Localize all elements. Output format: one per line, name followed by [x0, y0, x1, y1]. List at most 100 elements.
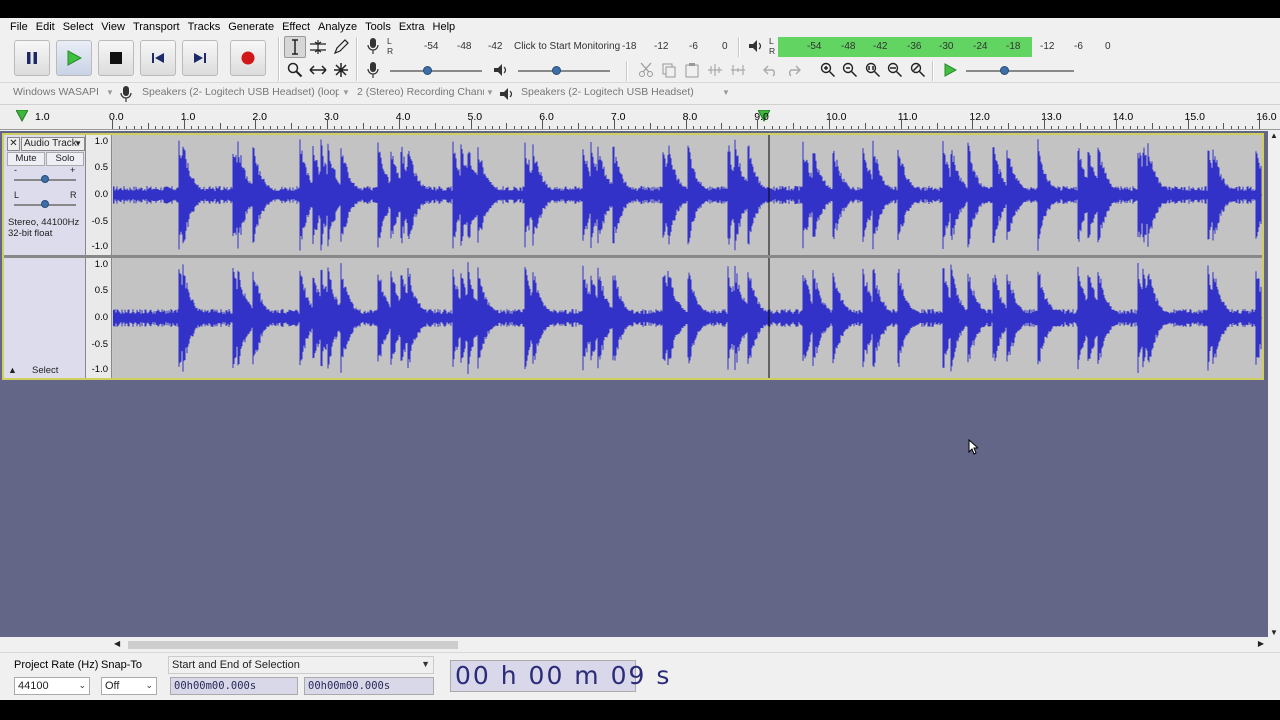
ruler-tick	[1201, 126, 1203, 129]
ruler-tick	[1259, 119, 1261, 129]
fit-project-button[interactable]	[884, 59, 906, 81]
ruler-tick	[621, 126, 623, 129]
play-speed-slider[interactable]	[964, 61, 1080, 79]
mute-button[interactable]: Mute	[7, 152, 45, 166]
menu-select[interactable]: Select	[59, 21, 98, 33]
menu-tracks[interactable]: Tracks	[184, 21, 225, 33]
trim-button[interactable]	[704, 59, 726, 81]
skip-to-start-button[interactable]	[140, 40, 176, 76]
fit-selection-button[interactable]	[862, 59, 884, 81]
play-meter-tick: -12	[1040, 41, 1055, 52]
envelope-tool[interactable]	[307, 36, 329, 58]
ruler-tick	[370, 126, 372, 129]
audio-track[interactable]: ✕ Audio Track ▼ Mute Solo - + L R Stereo,…	[2, 133, 1264, 380]
speaker-icon	[499, 87, 515, 104]
time-shift-tool[interactable]	[307, 59, 329, 81]
ruler-tick	[993, 126, 995, 129]
top-black-band	[0, 0, 1280, 18]
menu-help[interactable]: Help	[429, 21, 460, 33]
redo-button[interactable]	[782, 59, 804, 81]
pan-right-label: R	[70, 190, 77, 200]
ruler-tick	[986, 126, 988, 129]
timeline-ruler[interactable]: 1.0 0.0 1.0 2.0 3.0 4.0 5.0 6.0 7.0 8.0 9.0 10.0 11…	[0, 106, 1280, 130]
play-meter-tick: -54	[807, 41, 822, 52]
recording-device-select[interactable]: Speakers (2- Logitech USB Headset) (loop…	[139, 86, 339, 102]
snap-to-select[interactable]: Off ⌄	[101, 677, 157, 695]
track-name-menu[interactable]: Audio Track ▼	[21, 137, 85, 151]
selection-end-time[interactable]: 00h00m00.000s	[304, 677, 434, 695]
menu-view[interactable]: View	[97, 21, 129, 33]
selection-start-time[interactable]: 00h00m00.000s	[170, 677, 298, 695]
horizontal-scroll-thumb[interactable]	[128, 641, 458, 649]
menu-edit[interactable]: Edit	[32, 21, 59, 33]
solo-button[interactable]: Solo	[46, 152, 84, 166]
record-button[interactable]	[230, 40, 266, 76]
menu-file[interactable]: File	[6, 21, 32, 33]
horizontal-scrollbar[interactable]: ◀ ▶	[110, 638, 1268, 652]
audio-position-display[interactable]: 00 h 00 m 09 s	[450, 660, 669, 692]
draw-tool[interactable]	[330, 36, 352, 58]
collapse-track-icon[interactable]: ▲	[8, 365, 17, 375]
ruler-tick	[1237, 126, 1239, 129]
menu-effect[interactable]: Effect	[278, 21, 314, 33]
zoom-tool[interactable]	[284, 59, 306, 81]
zoom-toggle-button[interactable]	[907, 59, 929, 81]
playback-device-select[interactable]: Speakers (2- Logitech USB Headset)	[518, 86, 718, 102]
record-meter-button[interactable]	[362, 35, 384, 57]
close-track-button[interactable]: ✕	[7, 137, 20, 151]
record-meter[interactable]: -54 -48 -42 Click to Start Monitoring -1…	[396, 37, 730, 57]
slider-thumb	[423, 66, 432, 75]
ruler-tick	[155, 126, 157, 129]
ruler-tick	[212, 126, 214, 129]
copy-button[interactable]	[658, 59, 680, 81]
menu-extra[interactable]: Extra	[395, 21, 429, 33]
waveform-left-channel[interactable]	[113, 135, 1262, 255]
play-meter-tick: -24	[973, 41, 988, 52]
menu-analyze[interactable]: Analyze	[314, 21, 361, 33]
ruler-tick	[678, 126, 680, 129]
recording-volume-slider[interactable]	[388, 61, 488, 79]
tracks-area[interactable]: ✕ Audio Track ▼ Mute Solo - + L R Stereo,…	[0, 131, 1268, 637]
scroll-down-icon[interactable]: ▼	[1270, 628, 1278, 637]
waveform-right-channel[interactable]	[113, 258, 1262, 378]
chevron-down-icon: ⌄	[145, 680, 153, 690]
ruler-tick	[1122, 126, 1124, 129]
play-button[interactable]	[56, 40, 92, 76]
multi-tool[interactable]	[330, 59, 352, 81]
undo-button[interactable]	[760, 59, 782, 81]
menu-generate[interactable]: Generate	[224, 21, 278, 33]
selection-mode-select[interactable]: Start and End of Selection ▼	[168, 656, 434, 674]
scroll-up-icon[interactable]: ▲	[1270, 131, 1278, 140]
playback-meter-button[interactable]	[745, 35, 767, 57]
pan-slider[interactable]	[14, 200, 76, 210]
ruler-tick	[1180, 126, 1182, 129]
scale-label: 0.5	[94, 162, 108, 173]
pin-head-icon[interactable]	[15, 109, 29, 125]
zoom-out-button[interactable]	[839, 59, 861, 81]
vertical-scrollbar[interactable]: ▲ ▼	[1268, 131, 1280, 637]
stop-button[interactable]	[98, 40, 134, 76]
audio-host-select[interactable]: Windows WASAPI	[10, 86, 115, 102]
scroll-left-icon[interactable]: ◀	[114, 639, 120, 648]
select-track-button[interactable]: Select	[32, 365, 58, 376]
recording-channels-select[interactable]: 2 (Stereo) Recording Chann	[354, 86, 484, 102]
playback-meter[interactable]: -54 -48 -42 -36 -30 -24 -18 -12 -6 0	[778, 37, 1118, 57]
scroll-right-icon[interactable]: ▶	[1258, 639, 1264, 648]
play-at-speed-button[interactable]	[939, 59, 961, 81]
pause-button[interactable]	[14, 40, 50, 76]
menu-tools[interactable]: Tools	[361, 21, 395, 33]
silence-button[interactable]	[727, 59, 749, 81]
skip-to-end-button[interactable]	[182, 40, 218, 76]
paste-button[interactable]	[681, 59, 703, 81]
ruler-tick	[456, 126, 458, 129]
project-rate-select[interactable]: 44100 ⌄	[14, 677, 90, 695]
zoom-in-button[interactable]	[817, 59, 839, 81]
menu-transport[interactable]: Transport	[129, 21, 184, 33]
selection-tool[interactable]	[284, 36, 306, 58]
playback-volume-slider[interactable]	[516, 61, 616, 79]
slider-track	[390, 70, 482, 72]
microphone-icon	[367, 38, 379, 54]
cut-button[interactable]	[635, 59, 657, 81]
ruler-tick	[1244, 126, 1246, 129]
gain-slider[interactable]	[14, 175, 76, 185]
